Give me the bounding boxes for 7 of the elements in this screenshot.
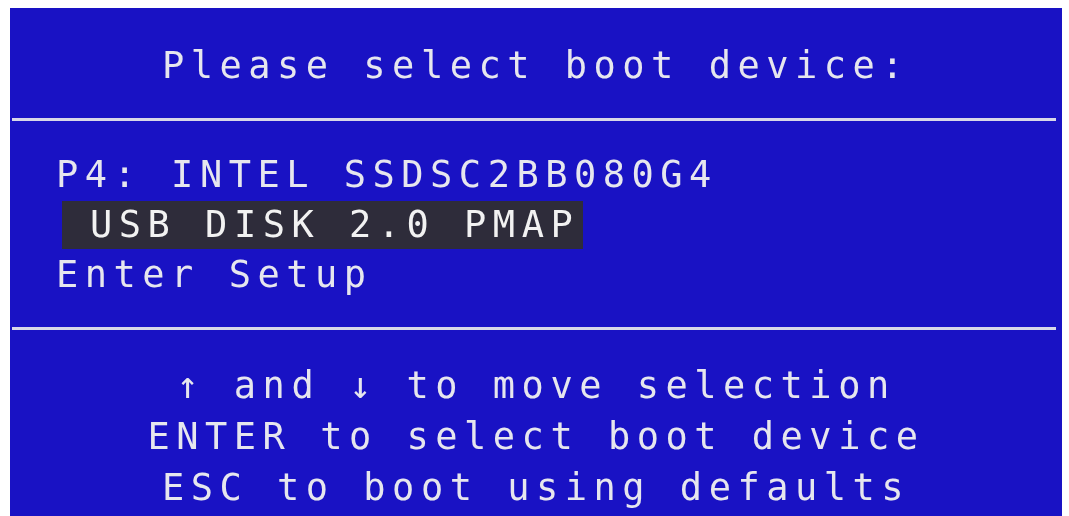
help-text: ENTER to select boot device bbox=[147, 414, 925, 460]
boot-option[interactable]: P4: INTEL SSDSC2BB080G4 bbox=[56, 151, 722, 199]
help-text: ESC to boot using defaults bbox=[161, 465, 911, 511]
help-text: ↑ and ↓ to move selection bbox=[176, 363, 896, 409]
boot-option[interactable]: USB DISK 2.0 PMAP bbox=[62, 201, 584, 249]
menu-title: Please select boot device: bbox=[160, 43, 912, 89]
boot-option[interactable]: Enter Setup bbox=[56, 251, 377, 299]
